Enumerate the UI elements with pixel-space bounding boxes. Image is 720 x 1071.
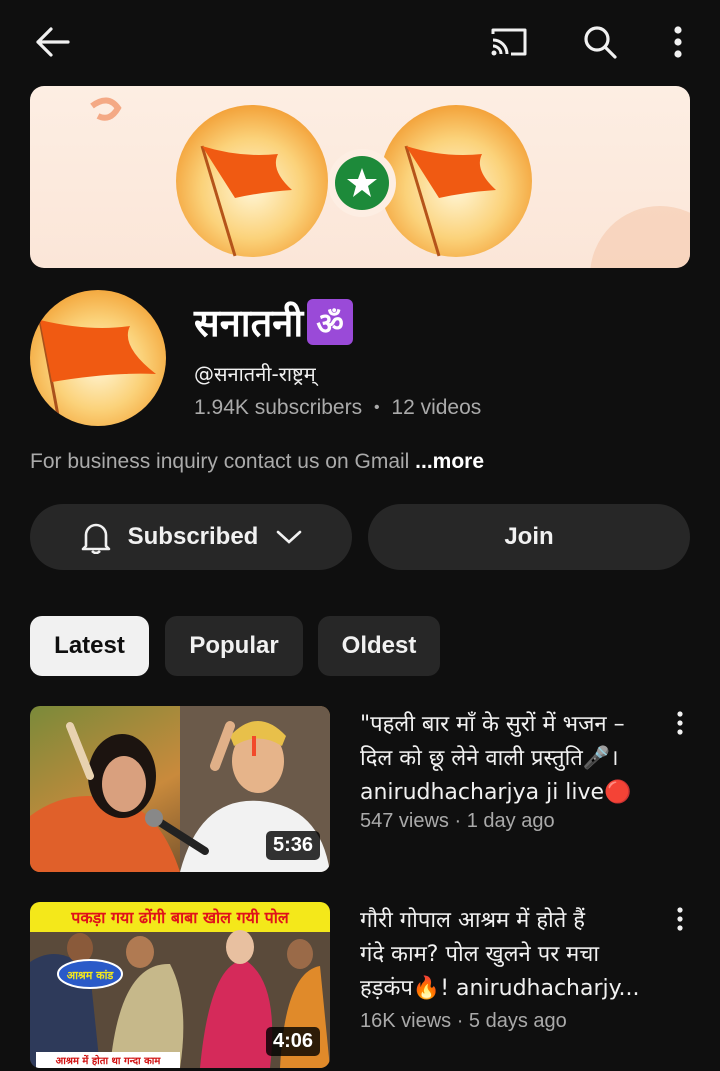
- tab-oldest-label: Oldest: [341, 632, 417, 659]
- video-title-line: "पहली बार माँ के सुरों में भजन –: [360, 712, 625, 737]
- chevron-down-icon: [276, 529, 302, 545]
- tab-popular[interactable]: Popular: [165, 616, 303, 676]
- video-thumbnail[interactable]: 5:36: [30, 706, 330, 872]
- bell-icon: [80, 520, 112, 554]
- video-count: 12 videos: [391, 396, 482, 419]
- om-symbol-icon: ॐ: [307, 298, 354, 345]
- video-title-line: गौरी गोपाल आश्रम में होते हैं: [360, 908, 585, 933]
- subscribed-label: Subscribed: [127, 523, 259, 550]
- thumbnail-badge: आश्रम कांड: [67, 969, 115, 982]
- video-title[interactable]: गौरी गोपाल आश्रम में होते हैं गंदे काम? …: [360, 904, 650, 1006]
- video-title-line: गंदे काम? पोल खुलने पर मचा: [360, 942, 600, 967]
- channel-name-text: सनातनी: [194, 301, 304, 345]
- tab-popular-label: Popular: [189, 632, 279, 659]
- thumbnail-caption: आश्रम में होता था गन्दा काम: [56, 1054, 162, 1067]
- video-thumbnail[interactable]: पकड़ा गया ढोंगी बाबा खोल गयी पोल आश्रम क…: [30, 902, 330, 1068]
- subscribed-button[interactable]: Subscribed: [30, 504, 352, 570]
- channel-banner: [30, 86, 690, 268]
- channel-stats: 1.94K subscribers • 12 videos: [194, 396, 481, 420]
- more-vert-icon[interactable]: [664, 22, 692, 62]
- video-duration: 5:36: [265, 831, 320, 860]
- cast-icon[interactable]: [486, 22, 532, 62]
- video-title-line: दिल को छू लेने वाली प्रस्तुति🎤।: [360, 746, 619, 771]
- tab-latest-label: Latest: [54, 632, 125, 659]
- video-duration: 4:06: [265, 1027, 320, 1056]
- video-meta: 16K views · 5 days ago: [360, 1010, 567, 1032]
- video-item[interactable]: 5:36 "पहली बार माँ के सुरों में भजन – दि…: [30, 706, 690, 872]
- thumbnail-headline: पकड़ा गया ढोंगी बाबा खोल गयी पोल: [70, 908, 290, 927]
- join-label: Join: [504, 523, 554, 550]
- video-meta: 547 views · 1 day ago: [360, 810, 555, 832]
- channel-avatar[interactable]: [30, 290, 166, 426]
- svg-text:ॐ: ॐ: [317, 307, 344, 342]
- more-vert-icon[interactable]: [670, 710, 690, 740]
- tab-oldest[interactable]: Oldest: [318, 616, 440, 676]
- video-title-line: हड़कंप🔥! anirudhacharjy...: [360, 976, 640, 1001]
- join-button[interactable]: Join: [368, 504, 690, 570]
- video-title[interactable]: "पहली बार माँ के सुरों में भजन – दिल को …: [360, 708, 650, 810]
- search-icon[interactable]: [578, 22, 622, 62]
- more-vert-icon[interactable]: [670, 906, 690, 936]
- more-link[interactable]: ...more: [415, 450, 484, 473]
- channel-handle: @सनातनी-राष्ट्रम्: [194, 362, 316, 386]
- subscriber-count: 1.94K subscribers: [194, 396, 363, 419]
- channel-description[interactable]: For business inquiry contact us on Gmail…: [30, 450, 484, 474]
- description-text: For business inquiry contact us on Gmail: [30, 450, 416, 473]
- channel-title: सनातनी ॐ: [194, 296, 354, 349]
- video-item[interactable]: पकड़ा गया ढोंगी बाबा खोल गयी पोल आश्रम क…: [30, 902, 690, 1068]
- stats-separator: •: [373, 399, 380, 416]
- top-app-bar: [0, 0, 720, 84]
- video-title-line: anirudhacharjya ji live🔴: [360, 780, 632, 805]
- back-arrow-icon[interactable]: [30, 22, 74, 62]
- tab-latest[interactable]: Latest: [30, 616, 149, 676]
